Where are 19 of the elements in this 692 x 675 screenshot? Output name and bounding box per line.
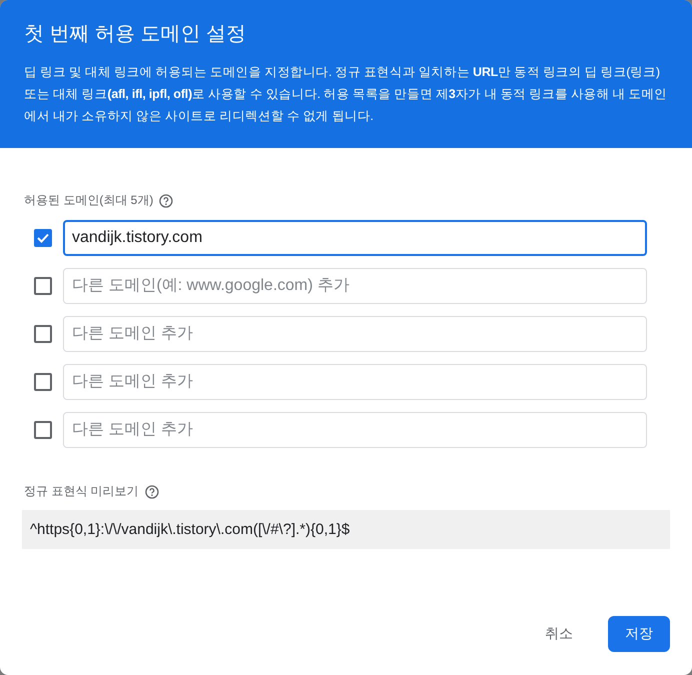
cancel-button[interactable]: 취소 bbox=[528, 616, 590, 652]
field-label: 정규 표현식 미리보기 bbox=[24, 483, 139, 500]
checkbox[interactable] bbox=[34, 373, 52, 391]
help-icon[interactable] bbox=[144, 484, 159, 498]
domain-input-field[interactable]: 다른 도메인 추가 bbox=[63, 412, 647, 448]
dialog-title: 첫 번째 허용 도메인 설정 bbox=[24, 22, 248, 47]
checkbox[interactable] bbox=[34, 229, 52, 247]
field-label: 허용된 도메인(최대 5개) bbox=[24, 192, 154, 209]
dialog-description: 딥 링크 및 대체 링크에 허용되는 도메인을 지정합니다. 정규 표현식과 일치하는 URL만 동적 링크의 딥 링크(링크) 또는 대체 링크(afl, ifl, ipfl, ofl)로 사용할 수 있습니다. 허용 목록을 만들면 제3자가 내 동적 링크를 사용해 내 도메인에서 내가 소유하지 않은 사이트로 리디렉션할 수 없게 됩니다. bbox=[24, 64, 668, 125]
save-button[interactable]: 저장 bbox=[608, 616, 670, 652]
help-icon[interactable] bbox=[159, 194, 174, 208]
domain-input-field[interactable]: 다른 도메인 추가 bbox=[63, 364, 647, 400]
checkbox[interactable] bbox=[34, 325, 52, 343]
domain-input-field[interactable]: 다른 도메인 추가 bbox=[63, 316, 647, 352]
regex-preview: ^https{0,1}:\/\/vandijk\.tistory\.com([\/#\?].*){0,1}$ bbox=[22, 510, 670, 549]
checkbox[interactable] bbox=[34, 277, 52, 295]
checkbox[interactable] bbox=[34, 421, 52, 439]
domain-input-field[interactable]: vandijk.tistory.com bbox=[63, 220, 647, 256]
domain-input-field[interactable]: 다른 도메인(예: www.google.com) 추가 bbox=[63, 268, 647, 304]
